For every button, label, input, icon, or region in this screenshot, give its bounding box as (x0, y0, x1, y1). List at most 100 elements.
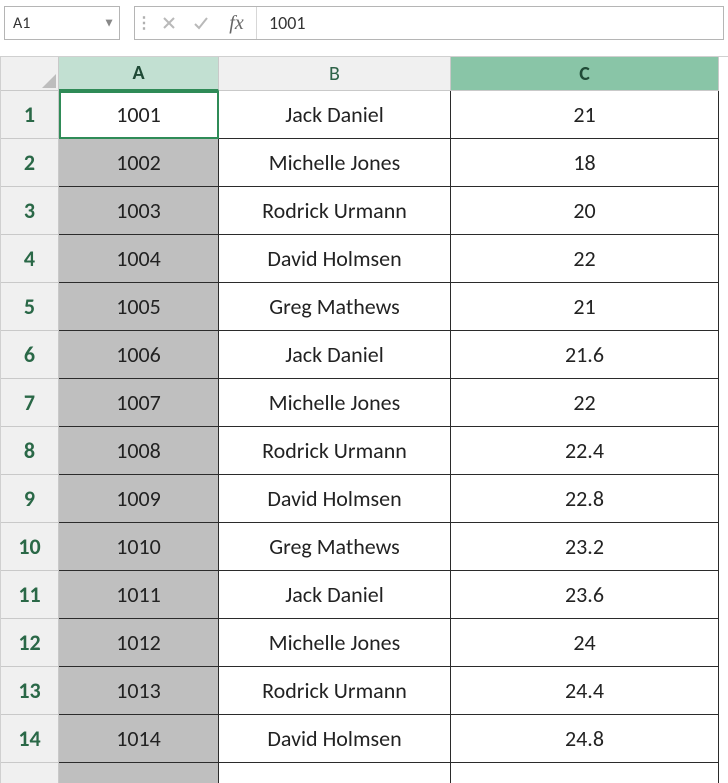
cell[interactable]: 1008 (59, 427, 219, 475)
row-number: 8 (24, 437, 35, 464)
cell-value: Michelle Jones (269, 149, 400, 176)
cell[interactable]: 22 (451, 235, 719, 283)
cell[interactable]: 20 (451, 187, 719, 235)
row-number: 1 (24, 101, 35, 128)
cell-value: 1008 (116, 437, 161, 464)
cell[interactable]: David Holmsen (219, 235, 451, 283)
cell[interactable]: 1005 (59, 283, 219, 331)
cell-C1[interactable]: 21 (451, 91, 719, 139)
column-label: A (132, 61, 144, 85)
cell[interactable]: David Holmsen (219, 475, 451, 523)
cell[interactable]: 1009 (59, 475, 219, 523)
cell[interactable]: Greg Mathews (219, 523, 451, 571)
row-header[interactable]: 12 (1, 619, 59, 667)
fx-button[interactable]: fx (217, 7, 257, 39)
cell[interactable]: Michelle Jones (219, 619, 451, 667)
cell-value: Jack Daniel (285, 581, 384, 608)
column-header-C[interactable]: C (451, 57, 719, 91)
cell-value: Greg Mathews (269, 293, 400, 320)
cell-value: 1001 (116, 101, 161, 128)
row-header[interactable]: 1 (1, 91, 59, 139)
row-number: 5 (24, 293, 35, 320)
name-box[interactable]: A1 ▼ (4, 6, 120, 40)
cell[interactable]: 22 (451, 379, 719, 427)
cell[interactable]: Rodrick Urmann (219, 667, 451, 715)
chevron-down-icon[interactable]: ▼ (103, 16, 115, 31)
cell-value: 1013 (116, 677, 161, 704)
cell-value: 1002 (116, 149, 161, 176)
row-number: 7 (24, 389, 35, 416)
row-header[interactable]: 10 (1, 523, 59, 571)
row-header[interactable]: 2 (1, 139, 59, 187)
fx-label: fx (229, 12, 243, 35)
row-header[interactable]: 6 (1, 331, 59, 379)
cell-value: 22 (573, 389, 595, 416)
cell[interactable] (451, 763, 719, 783)
cell-value: Michelle Jones (269, 629, 400, 656)
select-all-corner[interactable] (1, 57, 59, 91)
row-header[interactable]: 11 (1, 571, 59, 619)
column-header-B[interactable]: B (219, 57, 451, 91)
cell-value: 1005 (116, 293, 161, 320)
row-header[interactable]: 3 (1, 187, 59, 235)
cell[interactable]: 24 (451, 619, 719, 667)
row-header[interactable] (1, 763, 59, 783)
cell[interactable]: 18 (451, 139, 719, 187)
cell-value: Rodrick Urmann (262, 197, 407, 224)
cell[interactable]: 1012 (59, 619, 219, 667)
cell[interactable]: David Holmsen (219, 715, 451, 763)
column-label: C (579, 62, 590, 86)
column-header-A[interactable]: A (59, 57, 219, 91)
cell[interactable]: Jack Daniel (219, 331, 451, 379)
cell[interactable]: Michelle Jones (219, 379, 451, 427)
cell-value: 1010 (116, 533, 161, 560)
cell[interactable]: Rodrick Urmann (219, 187, 451, 235)
cancel-icon[interactable] (153, 7, 185, 39)
cell[interactable]: 1007 (59, 379, 219, 427)
row-header[interactable]: 8 (1, 427, 59, 475)
cell[interactable]: 1013 (59, 667, 219, 715)
formula-input[interactable]: 1001 (257, 7, 723, 39)
cell-B1[interactable]: Jack Daniel (219, 91, 451, 139)
cell[interactable]: 24.4 (451, 667, 719, 715)
cell[interactable] (59, 763, 219, 783)
cell[interactable]: 23.6 (451, 571, 719, 619)
row-number: 14 (18, 725, 40, 752)
cell[interactable]: Jack Daniel (219, 571, 451, 619)
cell-value: Rodrick Urmann (262, 437, 407, 464)
cell[interactable]: 1006 (59, 331, 219, 379)
row-header[interactable]: 9 (1, 475, 59, 523)
row-header[interactable]: 4 (1, 235, 59, 283)
cell-A1[interactable]: 1001 (59, 91, 219, 139)
column-label: B (329, 62, 340, 86)
formula-bar: ⋮ fx 1001 (134, 6, 724, 40)
cell[interactable]: 22.8 (451, 475, 719, 523)
cell[interactable]: 21.6 (451, 331, 719, 379)
cell[interactable]: 1014 (59, 715, 219, 763)
cell[interactable]: Michelle Jones (219, 139, 451, 187)
cell[interactable]: 1003 (59, 187, 219, 235)
cell-value: 21 (573, 101, 595, 128)
cell[interactable]: 1004 (59, 235, 219, 283)
cell-value: David Holmsen (267, 485, 401, 512)
cell[interactable]: Rodrick Urmann (219, 427, 451, 475)
cell[interactable]: 21 (451, 283, 719, 331)
row-header[interactable]: 13 (1, 667, 59, 715)
cell[interactable]: 1011 (59, 571, 219, 619)
cell-value: Jack Daniel (285, 341, 384, 368)
cell[interactable]: 22.4 (451, 427, 719, 475)
cell-value: 1006 (116, 341, 161, 368)
row-header[interactable]: 14 (1, 715, 59, 763)
cell[interactable]: 23.2 (451, 523, 719, 571)
cell[interactable]: Greg Mathews (219, 283, 451, 331)
row-header[interactable]: 7 (1, 379, 59, 427)
cell[interactable]: 1010 (59, 523, 219, 571)
cell-value: David Holmsen (267, 245, 401, 272)
cell[interactable] (219, 763, 451, 783)
check-icon[interactable] (185, 7, 217, 39)
cell[interactable]: 1002 (59, 139, 219, 187)
cell-value: 1007 (116, 389, 161, 416)
row-header[interactable]: 5 (1, 283, 59, 331)
cell[interactable]: 24.8 (451, 715, 719, 763)
row-number: 10 (18, 533, 40, 560)
